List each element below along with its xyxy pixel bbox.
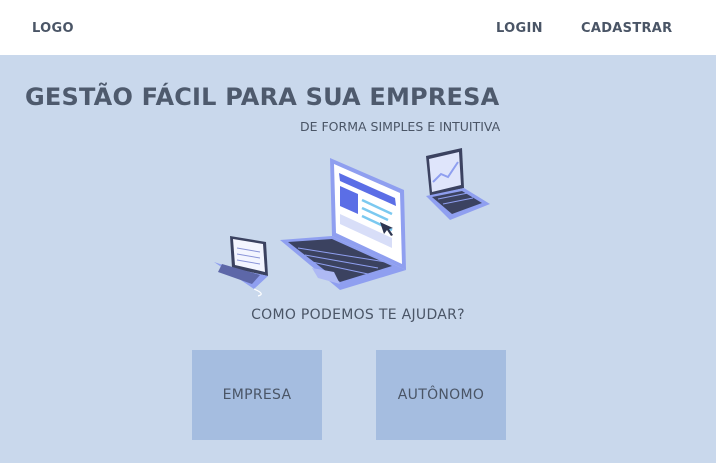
devices-illustration — [214, 148, 490, 297]
autonomo-option-button[interactable]: AUTÔNOMO — [376, 350, 506, 440]
signup-link[interactable]: CADASTRAR — [581, 21, 672, 36]
login-link[interactable]: LOGIN — [496, 21, 543, 36]
small-laptop-icon — [214, 236, 268, 297]
logo: LOGO — [32, 21, 74, 36]
help-question: COMO PODEMOS TE AJUDAR? — [251, 307, 465, 323]
empresa-option-button[interactable]: EMPRESA — [192, 350, 322, 440]
laptop-icon — [280, 158, 406, 290]
chart-laptop-icon — [426, 148, 490, 220]
top-navbar: LOGO LOGIN CADASTRAR — [0, 0, 716, 55]
page-subtitle: DE FORMA SIMPLES E INTUITIVA — [300, 119, 501, 134]
page-title: GESTÃO FÁCIL PARA SUA EMPRESA — [25, 83, 500, 111]
